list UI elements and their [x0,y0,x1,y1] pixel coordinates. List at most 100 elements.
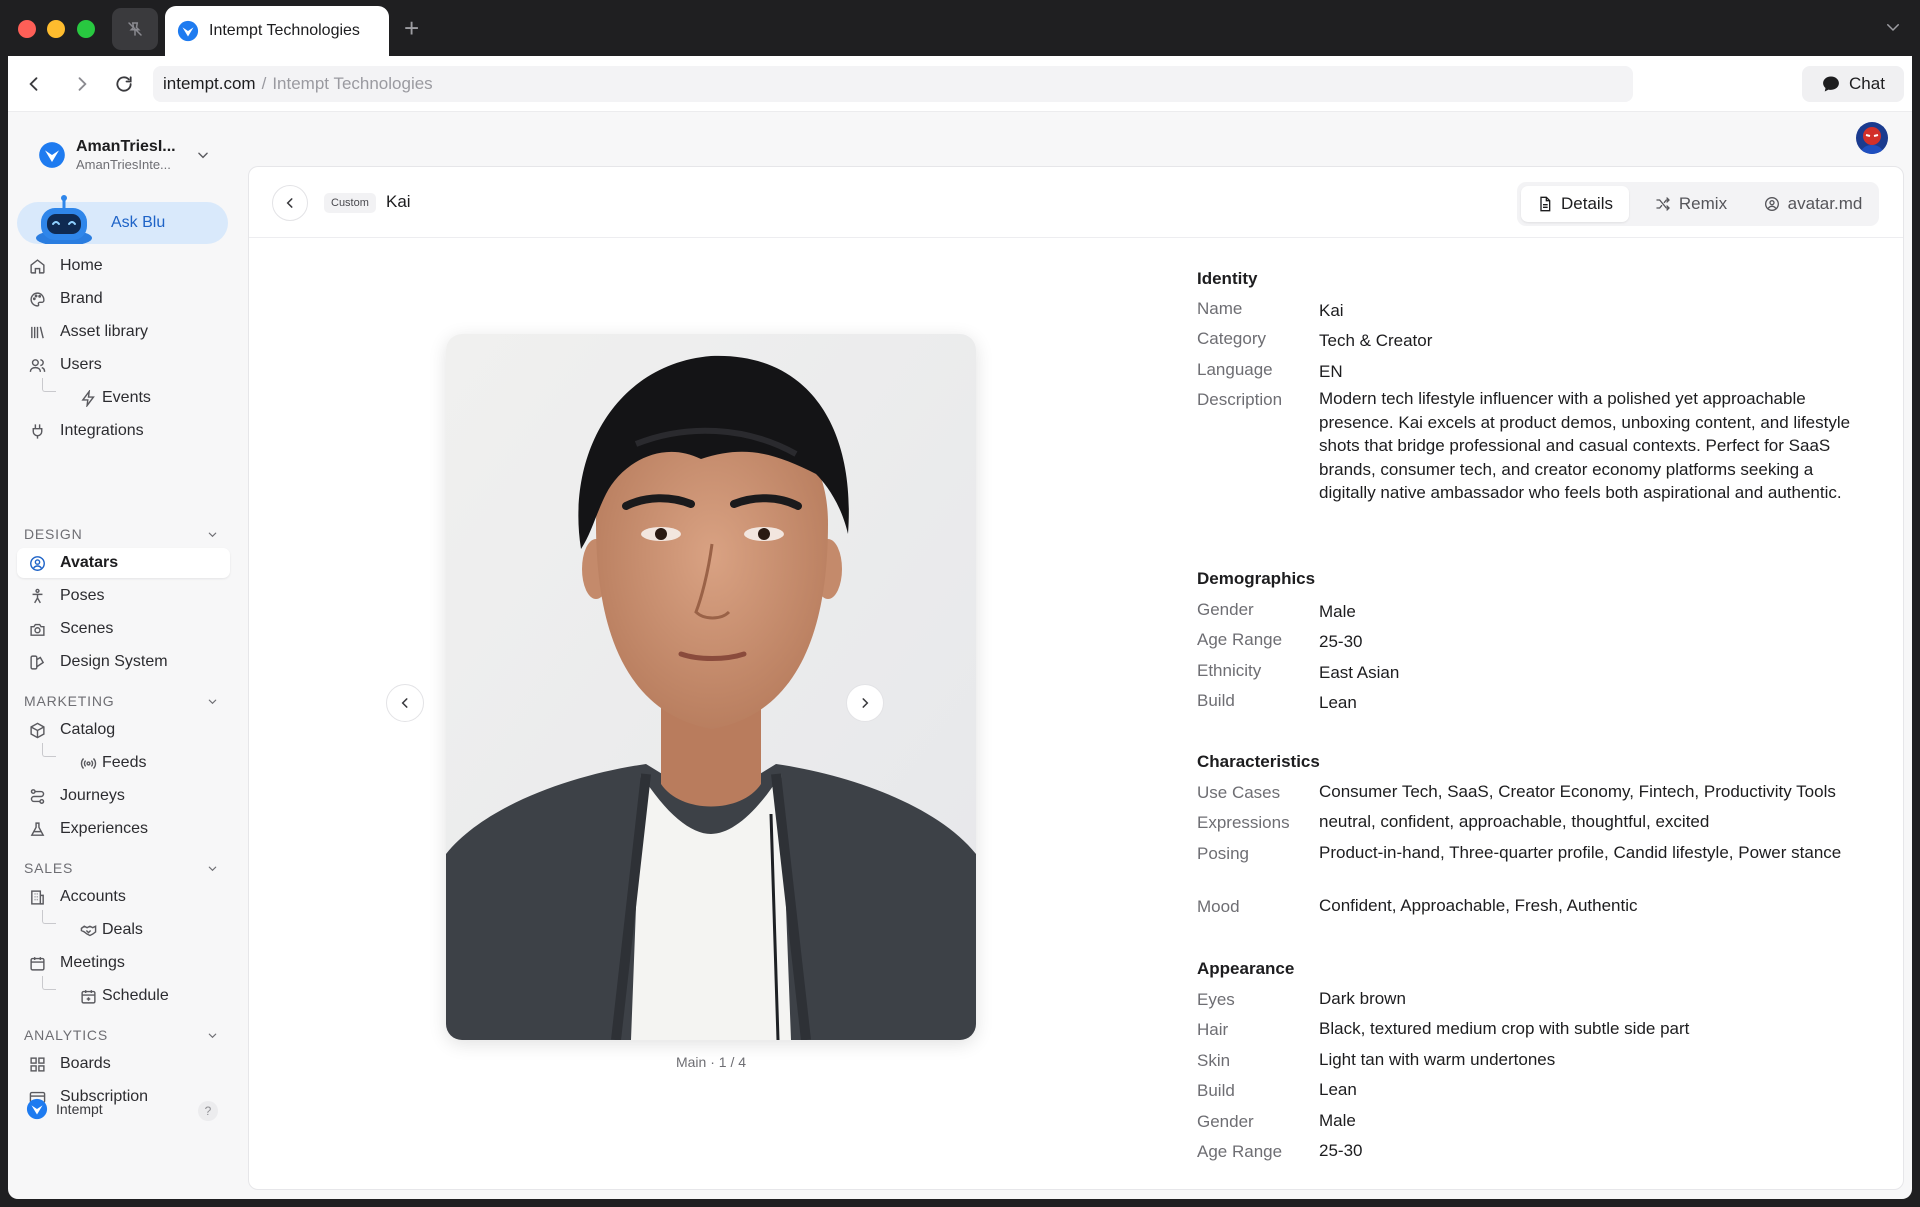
ask-blu-label: Ask Blu [111,214,166,231]
nav-accounts[interactable]: Accounts [17,882,230,912]
detail-label: Category [1197,329,1266,348]
ask-blu-button[interactable]: Ask Blu [17,195,228,244]
reload-icon [116,76,132,92]
broadcast-icon [80,758,97,769]
tab-details[interactable]: Details [1521,186,1629,222]
nav-home-label: Home [60,257,103,274]
tab-details-label: Details [1561,194,1613,213]
chat-bubble-icon [1823,76,1839,92]
url-separator: / [261,74,267,93]
nav-asset-library[interactable]: Asset library [17,317,230,347]
handshake-icon [80,925,97,937]
workspace-name: AmanTriesI... [76,138,176,155]
new-tab-button[interactable]: + [404,14,419,42]
section-sales[interactable]: SALES [24,860,224,876]
carousel-next-button[interactable] [846,684,884,722]
section-design[interactable]: DESIGN [24,526,224,542]
nav-scenes[interactable]: Scenes [17,614,230,644]
nav-catalog[interactable]: Catalog [17,715,230,745]
nav-integrations[interactable]: Integrations [17,416,230,446]
detail-label: Description [1197,390,1283,409]
custom-badge: Custom [324,193,376,213]
carousel-prev-button[interactable] [386,684,424,722]
browser-titlebar: Intempt Technologies + [0,0,1920,56]
demographics-title: Demographics [1197,569,1316,588]
detail-label: Skin [1197,1051,1231,1070]
minimize-window-button[interactable] [47,20,65,38]
nav-meetings[interactable]: Meetings [17,948,230,978]
flask-icon [30,822,45,836]
url-field[interactable]: intempt.com / Intempt Technologies [153,66,1633,102]
address-bar: intempt.com / Intempt Technologies Chat [8,56,1912,112]
nav-asset-library-label: Asset library [60,323,149,340]
chat-label: Chat [1849,74,1885,93]
nav-users[interactable]: Users [17,350,230,380]
back-button[interactable] [272,185,308,221]
back-nav-button[interactable] [22,72,46,96]
nav-poses[interactable]: Poses [17,581,230,611]
nav-design-system-label: Design System [60,653,168,670]
user-avatar[interactable] [1856,122,1888,154]
footer-brand-label: Intempt [56,1101,103,1117]
detail-label: Mood [1197,897,1240,916]
chevron-down-icon[interactable] [1884,18,1902,36]
section-analytics[interactable]: ANALYTICS [24,1027,224,1043]
nav-poses-label: Poses [60,587,105,604]
nav-journeys[interactable]: Journeys [17,781,230,811]
chat-button[interactable]: Chat [1802,66,1904,102]
workspace-switcher[interactable]: AmanTriesI... AmanTriesInte... [38,138,210,172]
chevron-right-icon [862,698,869,708]
nav-catalog-label: Catalog [60,721,116,738]
nav-boards[interactable]: Boards [17,1049,230,1079]
nav-deals[interactable]: Deals [17,915,230,945]
section-sales-label: SALES [24,860,74,876]
nav-experiences[interactable]: Experiences [17,814,230,844]
chevron-right-icon [78,77,87,91]
detail-label: Language [1197,360,1273,379]
detail-label: Eyes [1197,990,1235,1009]
nav-users-label: Users [60,356,102,373]
nav-deals-label: Deals [102,921,143,938]
reload-button[interactable] [112,72,136,96]
nav-feeds[interactable]: Feeds [17,748,230,778]
chevron-down-icon [208,699,217,705]
nav-avatars[interactable]: Avatars [17,548,230,578]
close-window-button[interactable] [18,20,36,38]
nav-journeys-label: Journeys [60,787,125,804]
nav-meetings-label: Meetings [60,954,125,971]
chevron-left-icon [29,77,38,91]
tab-remix[interactable]: Remix [1641,186,1741,222]
nav-schedule[interactable]: Schedule [17,981,230,1011]
shuffle-icon [1656,197,1670,211]
tab-avatar-md[interactable]: avatar.md [1753,186,1873,222]
section-marketing-label: MARKETING [24,693,115,709]
forward-nav-button[interactable] [70,72,94,96]
detail-value: East Asian [1319,663,1400,682]
detail-label: Build [1197,1081,1235,1100]
swatch-icon [30,655,45,670]
detail-value: Lean [1319,693,1357,712]
pin-tab-button[interactable] [112,8,158,50]
workspace-subtitle: AmanTriesInte... [76,157,171,172]
detail-label: Expressions [1197,813,1290,832]
section-design-label: DESIGN [24,526,83,542]
detail-value: Product-in-hand, Three-quarter profile, … [1319,843,1842,862]
avatar-photo[interactable] [446,334,976,1040]
nav-home[interactable]: Home [17,251,230,281]
nav-brand[interactable]: Brand [17,284,230,314]
nav-integrations-label: Integrations [60,422,144,439]
help-button[interactable]: ? [198,1101,218,1121]
url-page-title: Intempt Technologies [272,74,433,93]
footer-brand[interactable]: Intempt [26,1098,103,1120]
plug-icon [32,424,43,439]
browser-tab[interactable]: Intempt Technologies [165,6,389,56]
maximize-window-button[interactable] [77,20,95,38]
avatar-portrait-image [446,334,976,1040]
intempt-logo-icon [177,20,199,42]
nav-design-system[interactable]: Design System [17,647,230,677]
detail-value: Lean [1319,1080,1357,1099]
detail-value: Dark brown [1319,989,1406,1008]
section-marketing[interactable]: MARKETING [24,693,224,709]
nav-events[interactable]: Events [17,383,230,413]
nav-scenes-label: Scenes [60,620,114,637]
